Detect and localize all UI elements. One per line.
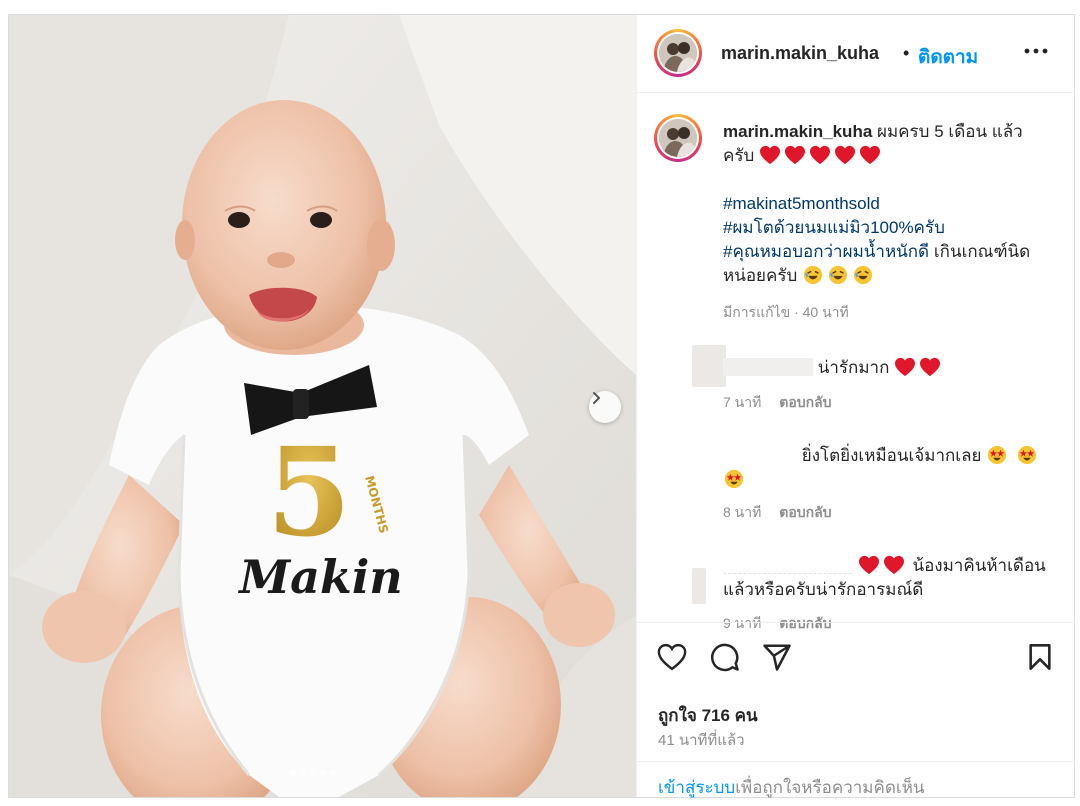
- comment-body: น่ารักมาก: [817, 358, 890, 377]
- carousel-dot: [330, 770, 336, 776]
- login-prompt: เข้าสู่ระบบเพื่อถูกใจหรือความคิดเห็น: [658, 774, 925, 801]
- like-button[interactable]: [655, 640, 689, 674]
- star-struck-emoji: [988, 445, 1007, 465]
- star-struck-emoji: [1017, 445, 1037, 465]
- heart-emoji: [785, 145, 806, 165]
- comment-meta: 7 นาที ตอบกลับ: [723, 392, 846, 414]
- comment-meta: 8 นาที ตอบกลับ: [723, 502, 846, 524]
- heart-emoji: [883, 555, 904, 575]
- hashtag-link[interactable]: #ผมโตด้วยนมแม่มิว100%ครับ: [723, 216, 1053, 240]
- comment-icon: [711, 643, 739, 672]
- heart-emoji: [810, 145, 831, 165]
- carousel-dot: [320, 770, 326, 776]
- caption-text: marin.makin_kuha ผมครบ 5 เดือน แล้วครับ: [723, 120, 1053, 168]
- post-time: 41 นาทีที่แล้ว: [658, 732, 745, 749]
- comment-body: ยิ่งโตยิ่งเหมือนเจ้มากเลย: [801, 446, 982, 465]
- heart-emoji: [860, 145, 881, 165]
- save-button[interactable]: [1023, 640, 1057, 674]
- share-icon: [763, 644, 791, 671]
- post-side-panel: marin.makin_kuha • ติดตาม marin.makin_ku…: [636, 15, 1075, 797]
- chevron-right-icon: [593, 392, 600, 404]
- rolling-laughing-emoji: [803, 265, 823, 285]
- share-button[interactable]: [760, 640, 794, 674]
- follow-button[interactable]: ติดตาม: [918, 42, 978, 72]
- comment-time: 8 นาที: [723, 504, 762, 520]
- comment-text: ยิ่งโตยิ่งเหมือนเจ้มากเลย: [723, 444, 1053, 492]
- onesie-number: 5: [267, 420, 352, 564]
- login-bar: เข้าสู่ระบบเพื่อถูกใจหรือความคิดเห็น: [637, 761, 1075, 798]
- header-username[interactable]: marin.makin_kuha: [721, 43, 879, 64]
- caption-meta: มีการแก้ไข · 40 นาที: [723, 304, 849, 320]
- rolling-laughing-emoji: [853, 265, 873, 285]
- star-struck-emoji: [724, 469, 744, 489]
- carousel-dots: [290, 770, 336, 776]
- caption-hashtags: #makinat5monthsold #ผมโตด้วยนมแม่มิว100%…: [723, 192, 1053, 288]
- heart-emoji: [895, 357, 916, 377]
- comment-avatar[interactable]: [692, 345, 726, 387]
- post-header: marin.makin_kuha • ติดตาม: [637, 15, 1075, 93]
- heart-icon: [657, 643, 687, 671]
- caption-avatar[interactable]: [654, 114, 702, 162]
- comment-time: 7 นาที: [723, 394, 762, 410]
- comment-username-redacted[interactable]: [723, 556, 853, 574]
- comment-text: น้องมาคินห้าเดือนแล้วหรือครับน่ารักอารมณ…: [723, 554, 1053, 602]
- carousel-dot-active: [290, 770, 296, 776]
- login-prompt-rest: เพื่อถูกใจหรือความคิดเห็น: [735, 778, 925, 797]
- baby-photo: 5 MONTHS Makin: [9, 15, 636, 797]
- more-options-button[interactable]: [1022, 37, 1050, 65]
- post-actions: ถูกใจ 716 คน 41 นาทีที่แล้ว เข้าสู่ระบบเ…: [637, 622, 1075, 797]
- avatar[interactable]: [654, 29, 702, 77]
- login-link[interactable]: เข้าสู่ระบบ: [658, 778, 735, 797]
- heart-emoji: [858, 555, 879, 575]
- reply-button[interactable]: ตอบกลับ: [779, 504, 831, 520]
- hashtag-link[interactable]: #คุณหมอบอกว่าผมน้ำหนักดี: [723, 242, 929, 261]
- bookmark-icon: [1029, 644, 1051, 670]
- header-separator: •: [903, 43, 910, 63]
- comment-username-redacted[interactable]: [723, 358, 813, 376]
- carousel-dot: [310, 770, 316, 776]
- rolling-laughing-emoji: [828, 265, 848, 285]
- carousel-dot: [300, 770, 306, 776]
- post-media[interactable]: 5 MONTHS Makin: [9, 15, 636, 797]
- likes-count[interactable]: ถูกใจ 716 คน: [658, 702, 758, 729]
- heart-emojis: [759, 145, 884, 165]
- heart-emoji: [920, 357, 941, 377]
- reply-button[interactable]: ตอบกลับ: [779, 394, 831, 410]
- next-slide-button[interactable]: [589, 391, 621, 423]
- onesie-name: Makin: [237, 550, 403, 604]
- comment-text: น่ารักมาก: [723, 356, 1053, 380]
- comments-list[interactable]: marin.makin_kuha ผมครบ 5 เดือน แล้วครับ …: [637, 94, 1075, 629]
- post-frame: 5 MONTHS Makin marin.makin_kuha • ติดตาม…: [8, 14, 1075, 798]
- more-options-icon: [1024, 48, 1048, 54]
- comment-username-redacted[interactable]: [723, 446, 797, 464]
- heart-emoji: [760, 145, 781, 165]
- hashtag-link[interactable]: #makinat5monthsold: [723, 192, 1053, 216]
- caption-username[interactable]: marin.makin_kuha: [723, 122, 872, 141]
- laugh-emojis: [802, 265, 877, 285]
- comment-avatar[interactable]: [692, 568, 706, 604]
- heart-emoji: [835, 145, 856, 165]
- comment-button[interactable]: [708, 640, 742, 674]
